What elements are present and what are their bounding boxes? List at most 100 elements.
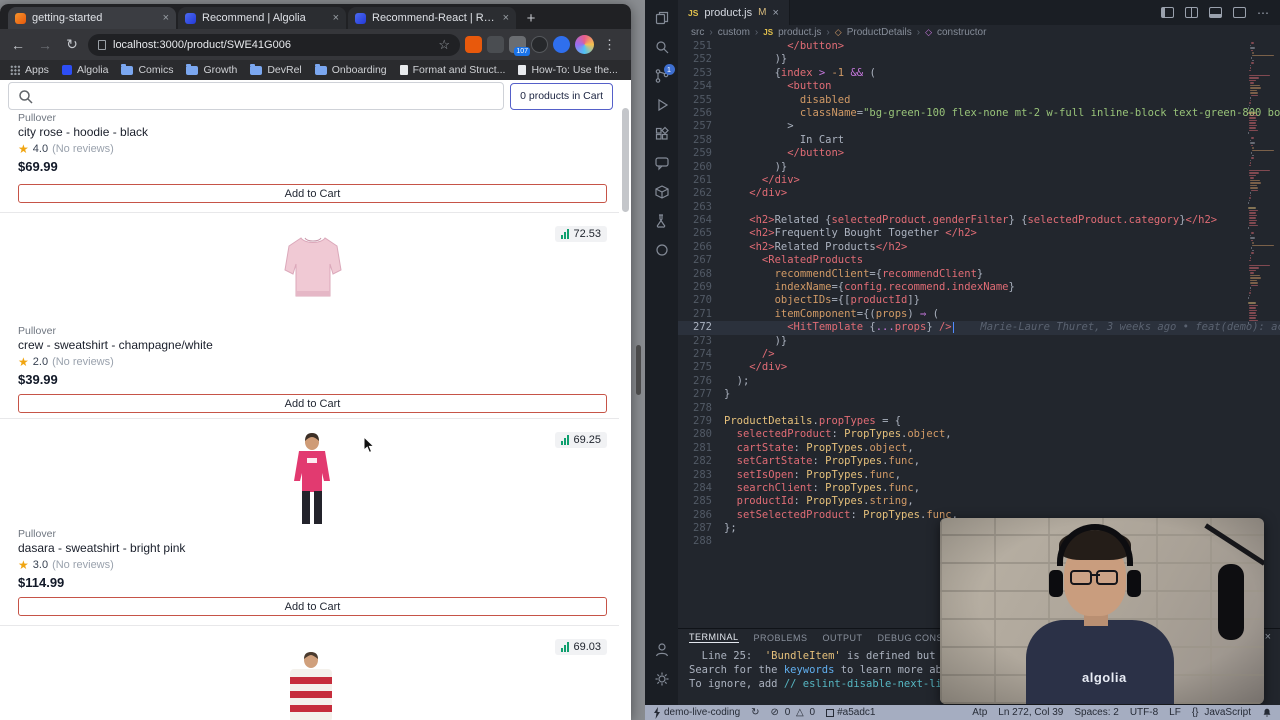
apps-icon bbox=[10, 65, 20, 75]
add-to-cart-button[interactable]: Add to Cart bbox=[18, 394, 607, 413]
tab-terminal[interactable]: TERMINAL bbox=[689, 632, 739, 643]
extension-icon-3[interactable]: 107 bbox=[509, 36, 530, 56]
browser-tab-recommend[interactable]: Recommend | Algolia × bbox=[178, 7, 346, 29]
breadcrumb-file[interactable]: product.js bbox=[778, 27, 821, 38]
extension-icon-4[interactable] bbox=[531, 36, 548, 53]
cart-button[interactable]: 0 products in Cart bbox=[510, 83, 613, 110]
line-number: 266 bbox=[693, 240, 712, 253]
code-line: 284 searchClient: PropTypes.func, bbox=[678, 482, 1280, 495]
product-name[interactable]: crew - sweatshirt - champagne/white bbox=[18, 338, 213, 352]
tab-close-icon[interactable]: × bbox=[772, 7, 778, 19]
breadcrumb-custom[interactable]: custom bbox=[718, 27, 750, 38]
tab-close-icon[interactable]: × bbox=[503, 12, 509, 24]
new-tab-button[interactable]: + bbox=[518, 7, 544, 29]
address-url[interactable]: localhost:3000/product/SWE41G006 bbox=[113, 39, 431, 51]
toggle-panel-icon[interactable] bbox=[1209, 7, 1222, 18]
line-number: 253 bbox=[693, 66, 712, 79]
status-cursor-position[interactable]: Ln 272, Col 39 bbox=[998, 707, 1063, 718]
bookmark-item-growth[interactable]: Growth bbox=[186, 63, 238, 76]
star-icon: ★ bbox=[18, 355, 29, 369]
code-line: 254 <button bbox=[678, 80, 1280, 93]
browser-menu-icon[interactable]: ⋮ bbox=[599, 37, 620, 53]
add-to-cart-button[interactable]: Add to Cart bbox=[18, 184, 607, 203]
reload-button[interactable]: ↻ bbox=[61, 34, 83, 56]
extension-icon-1[interactable] bbox=[465, 36, 482, 53]
bookmark-item-format-and-struct[interactable]: Format and Struct... bbox=[399, 64, 505, 76]
bookmark-item-apps[interactable]: Apps bbox=[10, 64, 49, 76]
split-editor-icon[interactable] bbox=[1185, 7, 1198, 18]
bookmark-item-algolia[interactable]: Algolia bbox=[61, 64, 109, 76]
profile-avatar[interactable] bbox=[575, 35, 594, 54]
status-branch[interactable]: demo-live-coding bbox=[653, 706, 740, 719]
account-icon[interactable] bbox=[654, 642, 670, 658]
bookmark-label: Growth bbox=[203, 64, 238, 76]
breadcrumb-symbol[interactable]: ProductDetails bbox=[847, 27, 912, 38]
divider bbox=[0, 212, 619, 213]
chat-icon[interactable] bbox=[654, 155, 670, 171]
extension-icon-5[interactable] bbox=[553, 36, 570, 53]
search-input[interactable] bbox=[8, 82, 504, 110]
add-to-cart-button[interactable]: Add to Cart bbox=[18, 597, 607, 616]
tab-close-icon[interactable]: × bbox=[163, 12, 169, 24]
extensions-icon[interactable] bbox=[654, 126, 670, 142]
layout-icon[interactable] bbox=[1233, 7, 1246, 18]
product-image-crew-sweatshirt[interactable] bbox=[281, 231, 345, 310]
bookmark-star-icon[interactable]: ☆ bbox=[438, 37, 450, 53]
source-control-icon[interactable]: 1 bbox=[654, 64, 675, 84]
bookmark-item-comics[interactable]: Comics bbox=[121, 63, 173, 76]
breadcrumb-method[interactable]: constructor bbox=[937, 27, 986, 38]
product-name[interactable]: city rose - hoodie - black bbox=[18, 125, 148, 139]
rating-value: 4.0 bbox=[32, 143, 49, 155]
toggle-sidebar-icon[interactable] bbox=[1161, 7, 1174, 18]
editor-tab-product-js[interactable]: JS product.js M × bbox=[678, 0, 790, 25]
status-problems[interactable]: ⊘ 0 △ 0 bbox=[771, 707, 816, 718]
product-image-dasara-sweatshirt[interactable] bbox=[286, 432, 338, 529]
bookmark-item-how-to-use-the[interactable]: How-To: Use the... bbox=[518, 64, 618, 76]
code-line: 258 In Cart bbox=[678, 134, 1280, 147]
panel-close-icon[interactable]: × bbox=[1265, 631, 1271, 643]
line-number: 268 bbox=[693, 267, 712, 280]
line-number: 288 bbox=[693, 535, 712, 548]
run-debug-icon[interactable] bbox=[654, 97, 670, 113]
page-info-icon[interactable] bbox=[98, 39, 106, 50]
product-page: 0 products in Cart Pullover city rose - … bbox=[0, 80, 631, 720]
tab-close-icon[interactable]: × bbox=[333, 12, 339, 24]
more-actions-icon[interactable]: ⋯ bbox=[1257, 6, 1270, 20]
bell-icon[interactable] bbox=[1262, 707, 1272, 718]
circle-icon[interactable] bbox=[654, 242, 670, 258]
bookmark-item-onboarding[interactable]: Onboarding bbox=[314, 63, 387, 76]
status-sync-icon[interactable]: ↻ bbox=[751, 707, 759, 718]
breadcrumb-src[interactable]: src bbox=[691, 27, 704, 38]
status-misc[interactable]: Atp bbox=[972, 707, 987, 718]
status-language[interactable]: {} JavaScript bbox=[1192, 707, 1251, 718]
product-name[interactable]: dasara - sweatshirt - bright pink bbox=[18, 541, 185, 555]
extension-icon-2[interactable] bbox=[487, 36, 504, 53]
explorer-icon[interactable] bbox=[654, 10, 670, 26]
js-file-icon: JS bbox=[688, 7, 699, 18]
window-gap-scrollbar[interactable] bbox=[636, 345, 641, 395]
tab-problems[interactable]: PROBLEMS bbox=[754, 633, 808, 643]
product-image-striped-sweater[interactable] bbox=[282, 652, 340, 720]
page-scrollbar-thumb[interactable] bbox=[622, 108, 629, 212]
line-number: 282 bbox=[693, 455, 712, 468]
package-icon[interactable] bbox=[654, 184, 670, 200]
status-indentation[interactable]: Spaces: 2 bbox=[1074, 707, 1118, 718]
line-number: 285 bbox=[693, 495, 712, 508]
search-icon[interactable] bbox=[654, 39, 670, 55]
browser-tab-recommend-react[interactable]: Recommend-React | Recomm... × bbox=[348, 7, 516, 29]
bookmark-label: Algolia bbox=[76, 64, 109, 76]
forward-button[interactable]: → bbox=[34, 34, 56, 56]
status-encoding[interactable]: UTF-8 bbox=[1130, 707, 1158, 718]
back-button[interactable]: ← bbox=[7, 34, 29, 56]
bookmark-item-devrel[interactable]: DevRel bbox=[250, 63, 302, 76]
settings-gear-icon[interactable] bbox=[654, 671, 670, 687]
tab-output[interactable]: OUTPUT bbox=[823, 633, 863, 643]
status-eol[interactable]: LF bbox=[1169, 707, 1181, 718]
minimap[interactable] bbox=[1248, 42, 1274, 327]
address-bar[interactable]: localhost:3000/product/SWE41G006 ☆ bbox=[88, 33, 460, 56]
line-number: 255 bbox=[693, 93, 712, 106]
beaker-icon[interactable] bbox=[654, 213, 670, 229]
code-line: 279 ProductDetails.propTypes = { bbox=[678, 415, 1280, 428]
bookmarks-bar: Apps Algolia Comics Growth DevRel Onboarding F… bbox=[0, 60, 631, 80]
browser-tab-getting-started[interactable]: getting-started × bbox=[8, 7, 176, 29]
